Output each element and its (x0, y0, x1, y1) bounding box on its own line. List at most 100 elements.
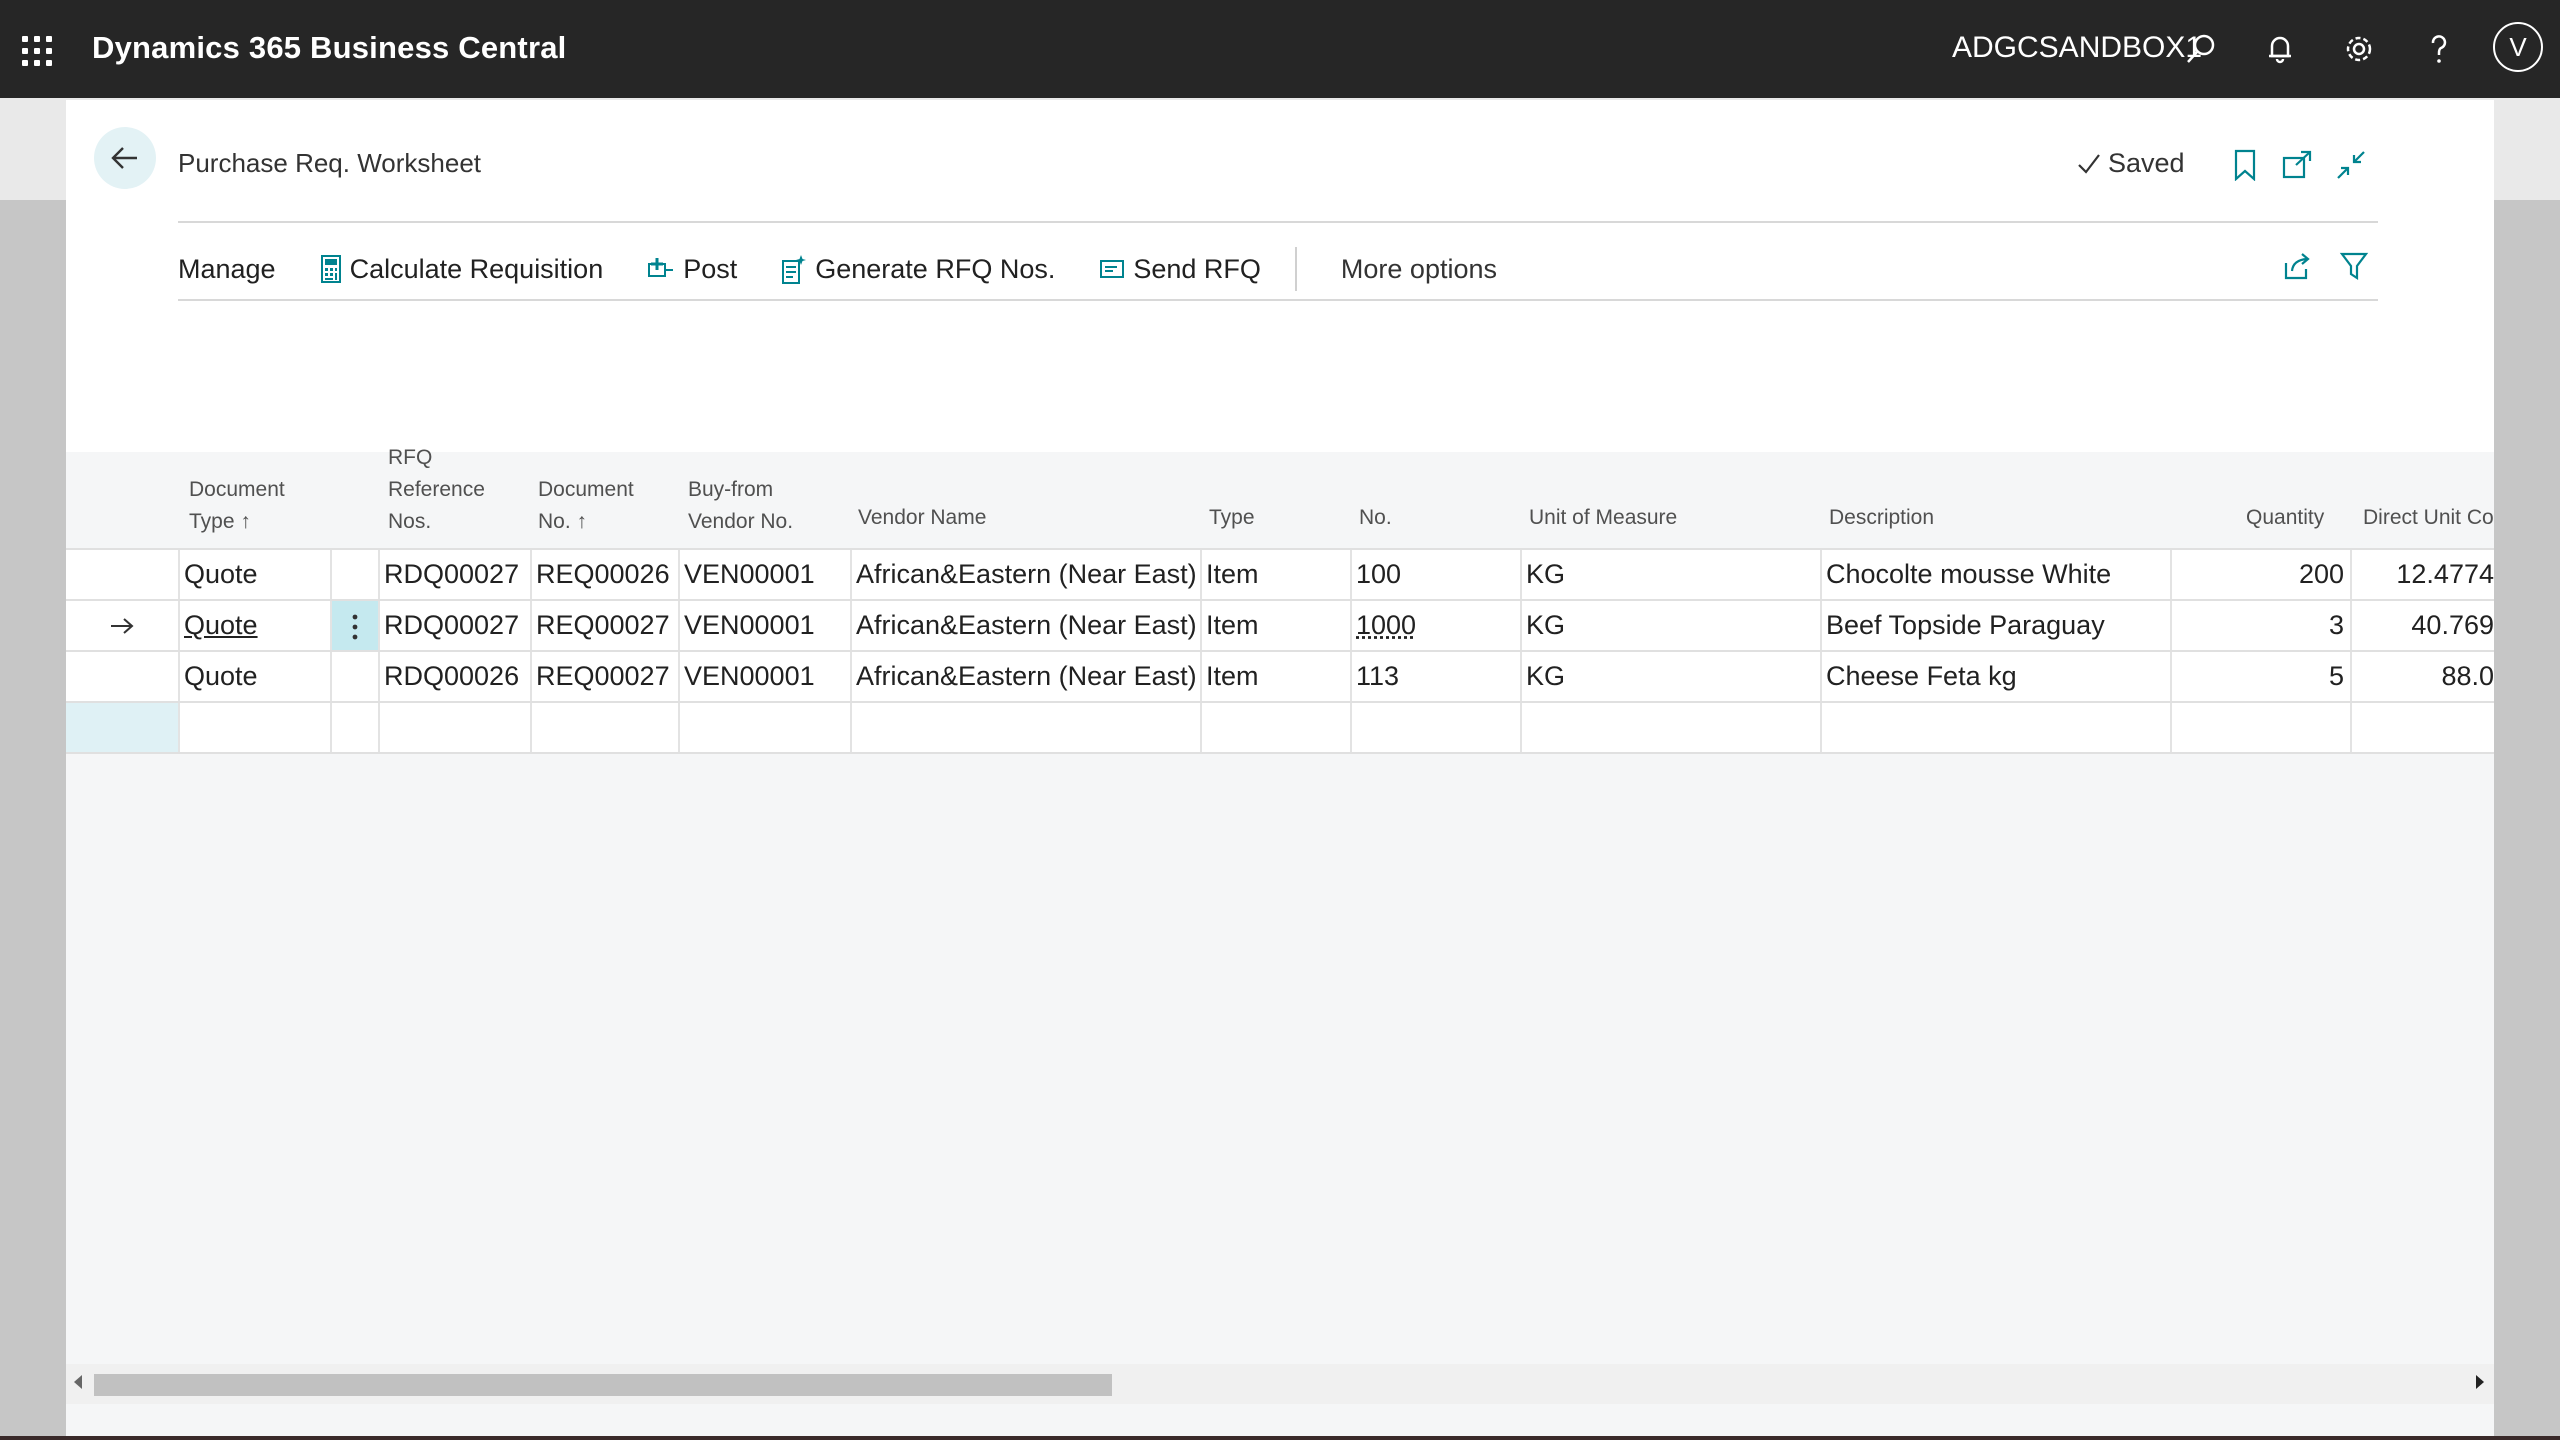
cell-vendor-no[interactable]: VEN00001 (678, 601, 850, 650)
cell-no[interactable]: 113 (1350, 652, 1520, 701)
table-row[interactable]: Quote RDQ00027 REQ00027 VEN00001 African… (66, 599, 2494, 650)
cell-vendor-name[interactable]: African&Eastern (Near East) LLC (850, 652, 1200, 701)
generate-rfq-label: Generate RFQ Nos. (815, 253, 1056, 284)
cell-description[interactable]: Cheese Feta kg (1820, 652, 2170, 701)
cell-type[interactable]: Item (1200, 652, 1350, 701)
cell-direct-unit-cost[interactable]: 12.4774 (2350, 550, 2494, 599)
filter-icon[interactable] (2334, 246, 2374, 286)
cell-document-type[interactable]: Quote (178, 550, 330, 599)
cell-document-type[interactable] (178, 703, 330, 752)
cell-quantity[interactable] (2170, 703, 2350, 752)
send-rfq-button[interactable]: Send RFQ (1099, 254, 1261, 285)
cell-document-type[interactable]: Quote (178, 652, 330, 701)
cell-quantity[interactable]: 5 (2170, 652, 2350, 701)
cell-unit-of-measure[interactable] (1520, 703, 1820, 752)
open-new-window-icon[interactable] (2278, 146, 2316, 184)
saved-status-label: Saved (2108, 148, 2185, 178)
table-row[interactable]: Quote RDQ00026 REQ00027 VEN00001 African… (66, 650, 2494, 701)
col-header-rfq-reference[interactable]: RFQ Reference Nos. (388, 442, 485, 538)
cell-quantity[interactable]: 200 (2170, 550, 2350, 599)
col-header-document-no[interactable]: Document No. ↑ (538, 474, 634, 538)
send-icon (1100, 260, 1125, 278)
bell-icon[interactable] (2255, 24, 2305, 74)
row-marker (66, 601, 178, 650)
col-header-vendor-name[interactable]: Vendor Name (858, 502, 986, 534)
app-title[interactable]: Dynamics 365 Business Central (92, 30, 566, 66)
cell-vendor-no[interactable] (678, 703, 850, 752)
cell-document-type[interactable]: Quote (178, 601, 330, 650)
cell-rfq-reference[interactable] (378, 703, 530, 752)
cell-type[interactable]: Item (1200, 550, 1350, 599)
cell-no[interactable]: 100 (1350, 550, 1520, 599)
environment-name: ADGCSANDBOX1 (1952, 31, 2203, 64)
app-launcher-icon[interactable] (22, 36, 52, 66)
cell-rfq-reference[interactable]: RDQ00026 (378, 652, 530, 701)
header-divider (178, 221, 2378, 223)
bookmark-icon[interactable] (2226, 146, 2264, 184)
cell-direct-unit-cost[interactable]: 88.0 (2350, 652, 2494, 701)
arrow-left-icon (111, 147, 137, 169)
row-actions-button[interactable] (330, 601, 378, 650)
cell-type[interactable] (1200, 703, 1350, 752)
horizontal-scrollbar[interactable] (66, 1364, 2494, 1404)
cell-unit-of-measure[interactable]: KG (1520, 550, 1820, 599)
more-options-button[interactable]: More options (1341, 254, 1497, 285)
col-header-description[interactable]: Description (1829, 502, 1934, 534)
col-header-vendor-no[interactable]: Buy-from Vendor No. (688, 474, 793, 538)
cell-vendor-name[interactable] (850, 703, 1200, 752)
cell-row-actions[interactable] (330, 652, 378, 701)
cell-description[interactable]: Beef Topside Paraguay (1820, 601, 2170, 650)
col-header-vendor-no-line2: Vendor No. (688, 510, 794, 533)
scroll-right-icon[interactable] (2476, 1375, 2484, 1389)
cell-rfq-reference[interactable]: RDQ00027 (378, 550, 530, 599)
share-icon[interactable] (2278, 246, 2318, 286)
col-header-direct-unit-cost[interactable]: Direct Unit Cos (2363, 502, 2494, 534)
more-vertical-icon (352, 614, 358, 640)
cell-description[interactable] (1820, 703, 2170, 752)
cell-no[interactable] (1350, 703, 1520, 752)
cell-direct-unit-cost[interactable]: 40.769 (2350, 601, 2494, 650)
row-marker (66, 652, 178, 701)
avatar[interactable]: V (2493, 22, 2543, 72)
gear-icon[interactable] (2334, 24, 2384, 74)
calculator-icon (320, 255, 341, 283)
collapse-icon[interactable] (2332, 146, 2370, 184)
generate-rfq-button[interactable]: Generate RFQ Nos. (781, 253, 1055, 285)
search-icon[interactable] (2176, 24, 2226, 74)
cell-vendor-no[interactable]: VEN00001 (678, 652, 850, 701)
scroll-left-icon[interactable] (74, 1375, 82, 1389)
post-icon (648, 258, 674, 277)
calculate-requisition-button[interactable]: Calculate Requisition (320, 254, 603, 285)
help-icon[interactable] (2414, 24, 2464, 74)
cell-document-no[interactable] (530, 703, 678, 752)
cell-quantity[interactable]: 3 (2170, 601, 2350, 650)
cell-vendor-name[interactable]: African&Eastern (Near East) LLC (850, 601, 1200, 650)
new-row[interactable] (66, 701, 2494, 754)
cell-row-actions[interactable] (330, 550, 378, 599)
cell-document-no[interactable]: REQ00027 (530, 652, 678, 701)
cell-document-no[interactable]: REQ00027 (530, 601, 678, 650)
cell-unit-of-measure[interactable]: KG (1520, 601, 1820, 650)
cell-type[interactable]: Item (1200, 601, 1350, 650)
back-button[interactable] (94, 127, 156, 189)
cell-direct-unit-cost[interactable] (2350, 703, 2494, 752)
cell-vendor-name[interactable]: African&Eastern (Near East) LLC (850, 550, 1200, 599)
col-header-no[interactable]: No. (1359, 502, 1392, 534)
col-header-document-type[interactable]: Document Type ↑ (189, 474, 285, 538)
table-row[interactable]: Quote RDQ00027 REQ00026 VEN00001 African… (66, 548, 2494, 599)
manage-menu[interactable]: Manage (178, 254, 276, 285)
cell-unit-of-measure[interactable]: KG (1520, 652, 1820, 701)
col-header-unit-of-measure[interactable]: Unit of Measure (1529, 502, 1677, 534)
cell-no[interactable]: 1000 (1350, 601, 1520, 650)
action-separator (1294, 247, 1297, 291)
cell-vendor-no[interactable]: VEN00001 (678, 550, 850, 599)
cell-description[interactable]: Chocolte mousse White (1820, 550, 2170, 599)
scrollbar-thumb[interactable] (94, 1374, 1112, 1396)
cell-rfq-reference[interactable]: RDQ00027 (378, 601, 530, 650)
col-header-type[interactable]: Type (1209, 502, 1255, 534)
check-icon (2078, 153, 2100, 174)
cell-document-no[interactable]: REQ00026 (530, 550, 678, 599)
cell-row-actions[interactable] (330, 703, 378, 752)
post-button[interactable]: Post (647, 254, 737, 285)
col-header-quantity[interactable]: Quantity (2246, 502, 2324, 534)
